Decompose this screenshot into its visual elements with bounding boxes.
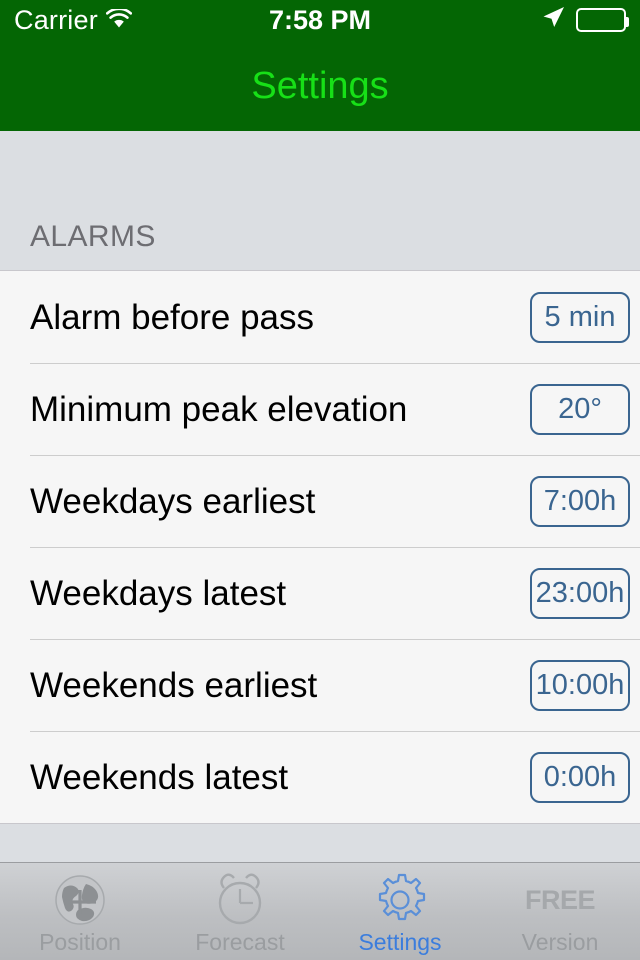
section-header-alarms: ALARMS: [0, 131, 640, 270]
tab-settings[interactable]: Settings: [320, 863, 480, 960]
settings-row-minimum-peak-elevation[interactable]: Minimum peak elevation 20°: [0, 363, 640, 455]
settings-row-weekends-latest[interactable]: Weekends latest 0:00h: [0, 731, 640, 823]
tab-bar: Position Forecast Settings FREE Version: [0, 862, 640, 960]
status-bar: Carrier 7:58 PM: [0, 0, 640, 40]
table-footer-space: [0, 824, 640, 862]
tab-label-version: Version: [521, 929, 599, 955]
row-label: Minimum peak elevation: [30, 389, 408, 429]
tab-forecast[interactable]: Forecast: [160, 863, 320, 960]
settings-content: ALARMS Alarm before pass 5 min Minimum p…: [0, 131, 640, 862]
tab-label-position: Position: [39, 929, 121, 955]
section-header-label: ALARMS: [30, 220, 156, 253]
status-bar-right: [540, 4, 629, 37]
tab-label-forecast: Forecast: [195, 929, 285, 955]
row-label: Weekdays latest: [30, 573, 287, 613]
settings-row-alarm-before-pass[interactable]: Alarm before pass 5 min: [0, 271, 640, 363]
free-text-icon: FREE: [524, 871, 596, 929]
globe-crosshair-icon: [52, 871, 108, 929]
value-field-weekends-earliest[interactable]: 10:00h: [530, 659, 630, 711]
carrier-label: Carrier: [14, 4, 98, 35]
value-field-minimum-peak-elevation[interactable]: 20°: [530, 383, 630, 435]
row-label: Weekdays earliest: [30, 481, 316, 521]
row-label: Weekends latest: [30, 757, 289, 797]
row-label: Alarm before pass: [30, 297, 315, 337]
row-label: Weekends earliest: [30, 665, 318, 705]
tab-version[interactable]: FREE Version: [480, 863, 640, 960]
gear-icon: [371, 871, 429, 929]
location-arrow-icon: [540, 4, 566, 37]
settings-table: Alarm before pass 5 min Minimum peak ele…: [0, 270, 640, 824]
battery-icon: [576, 8, 629, 32]
navigation-bar: Settings: [0, 40, 640, 131]
alarm-clock-icon: [211, 871, 269, 929]
settings-row-weekdays-earliest[interactable]: Weekdays earliest 7:00h: [0, 455, 640, 547]
wifi-icon: [105, 5, 133, 36]
value-field-alarm-before-pass[interactable]: 5 min: [530, 291, 630, 343]
settings-row-weekends-earliest[interactable]: Weekends earliest 10:00h: [0, 639, 640, 731]
free-badge-label: FREE: [524, 884, 596, 915]
value-field-weekdays-latest[interactable]: 23:00h: [530, 567, 630, 619]
value-field-weekdays-earliest[interactable]: 7:00h: [530, 475, 630, 527]
settings-row-weekdays-latest[interactable]: Weekdays latest 23:00h: [0, 547, 640, 639]
tab-label-settings: Settings: [358, 929, 442, 955]
value-field-weekends-latest[interactable]: 0:00h: [530, 751, 630, 803]
page-title: Settings: [251, 64, 389, 107]
clock-label: 7:58 PM: [268, 4, 372, 35]
status-bar-left: Carrier: [14, 4, 133, 36]
tab-position[interactable]: Position: [0, 863, 160, 960]
app-screen: Carrier 7:58 PM Settings ALARMS Alarm be…: [0, 0, 640, 960]
